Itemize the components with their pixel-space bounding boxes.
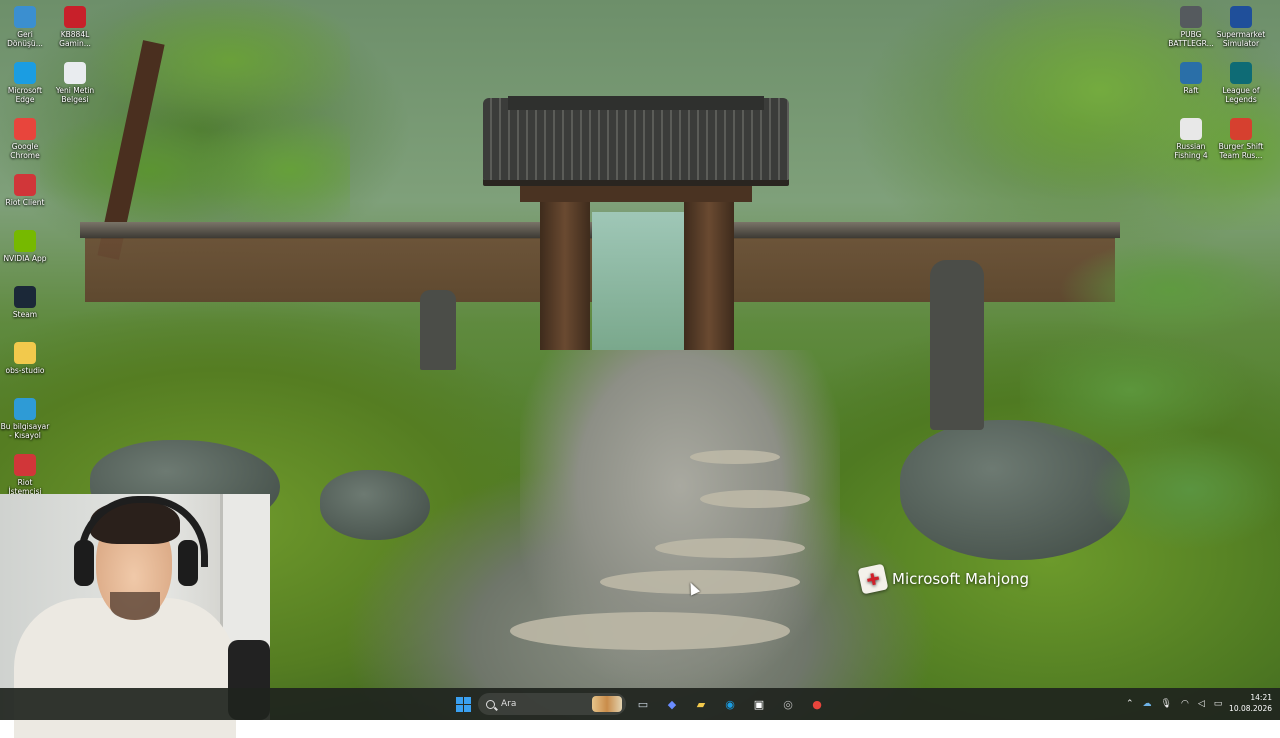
nvidia-icon (14, 230, 36, 252)
desktop-icon-raft[interactable]: Raft (1166, 62, 1216, 95)
wallpaper-gate-roof (483, 98, 789, 180)
desktop-icon-steam[interactable]: Steam (0, 286, 50, 319)
system-tray: ⌃ ☁ 🎙 ◠ ◁ ▭ (1126, 688, 1222, 720)
microsoft-store-icon[interactable]: ▣ (749, 694, 769, 714)
keyboard-app-icon (64, 6, 86, 28)
desktop-icon-edge[interactable]: Microsoft Edge (0, 62, 50, 104)
search-highlight-icon (592, 696, 622, 712)
wallpaper-pine-tree-right (1020, 230, 1280, 560)
desktop-icon-label: KB884L Gamin... (59, 30, 91, 48)
raft-icon (1180, 62, 1202, 84)
clock-date: 10.08.2026 (1229, 704, 1272, 713)
copilot-icon[interactable]: ◆ (662, 694, 682, 714)
wallpaper-lantern-right (930, 260, 984, 430)
desktop-icon-recycle-bin[interactable]: Geri Dönüşü... (0, 6, 50, 48)
text-document-icon (64, 62, 86, 84)
wallpaper-stepping-stone (655, 538, 805, 558)
tray-overflow-chevron-icon[interactable]: ⌃ (1126, 699, 1134, 709)
desktop-icon-label: Yeni Metin Belgesi (55, 86, 95, 104)
wallpaper-stepping-stone (700, 490, 810, 508)
recycle-bin-icon (14, 6, 36, 28)
league-icon (1230, 62, 1252, 84)
wallpaper-gate-ridge (508, 96, 764, 110)
desktop-icon-label: Bu bilgisayar - Kısayol (0, 422, 50, 440)
app-launch-label[interactable]: ✚ Microsoft Mahjong (857, 563, 1030, 595)
taskbar-search-box[interactable]: Ara (478, 693, 626, 715)
desktop-icon-label: Raft (1183, 86, 1199, 95)
desktop-icon-pubg[interactable]: PUBG BATTLEGR... (1166, 6, 1216, 48)
burger-shift-icon (1230, 118, 1252, 140)
wallpaper-gate-beam (520, 180, 752, 202)
volume-icon[interactable]: ◁ (1198, 699, 1205, 709)
headphone-cup-left (74, 540, 94, 586)
pubg-icon (1180, 6, 1202, 28)
game-app-icon[interactable]: ◎ (778, 694, 798, 714)
task-view-icon[interactable]: ▭ (633, 694, 653, 714)
desktop-icon-label: Supermarket Simulator (1216, 30, 1266, 48)
russian-fishing-icon (1180, 118, 1202, 140)
chrome-icon[interactable]: ● (807, 694, 827, 714)
taskbar-clock[interactable]: 14:21 10.08.2026 (1229, 692, 1272, 714)
wallpaper-gate-post-right (684, 200, 734, 350)
desktop-icon-russian-fishing[interactable]: Russian Fishing 4 (1166, 118, 1216, 160)
battery-icon[interactable]: ▭ (1214, 699, 1223, 709)
this-pc-icon (14, 398, 36, 420)
wallpaper-lantern-left (420, 290, 456, 370)
riot-client-icon (14, 174, 36, 196)
wifi-icon[interactable]: ◠ (1181, 699, 1189, 709)
desktop-icon-label: League of Legends (1222, 86, 1260, 104)
desktop-icon-riot-client[interactable]: Riot İstemcisi (0, 454, 50, 496)
webcam-person-beard (110, 592, 160, 620)
chrome-icon (14, 118, 36, 140)
taskbar: Ara ▭ ◆ ▰ ◉ ▣ ◎ ● ⌃ ☁ 🎙 ◠ ◁ ▭ 14:21 10.08.2026 (0, 688, 1280, 720)
wallpaper-gate-opening (592, 212, 684, 350)
desktop-icon-chrome[interactable]: Google Chrome (0, 118, 50, 160)
desktop-icon-keyboard-app[interactable]: KB884L Gamin... (50, 6, 100, 48)
folder-icon (14, 342, 36, 364)
desktop-icon-league[interactable]: League of Legends (1216, 62, 1266, 104)
desktop-icon-folder[interactable]: obs-studio (0, 342, 50, 375)
desktop-icon-label: PUBG BATTLEGR... (1168, 30, 1214, 48)
desktop-icon-label: Steam (12, 310, 38, 319)
headphone-cup-right (178, 540, 198, 586)
desktop-icon-label: Riot Client (5, 198, 45, 207)
app-launch-label-text: Microsoft Mahjong (892, 570, 1030, 588)
mahjong-icon: ✚ (857, 563, 889, 595)
desktop-icon-label: obs-studio (5, 366, 45, 375)
desktop-icon-label: Russian Fishing 4 (1174, 142, 1208, 160)
desktop-icon-nvidia[interactable]: NVIDIA App (0, 230, 50, 263)
desktop-icon-text-document[interactable]: Yeni Metin Belgesi (50, 62, 100, 104)
search-placeholder: Ara (501, 699, 517, 709)
wallpaper-rock (320, 470, 430, 540)
desktop-icon-label: Microsoft Edge (7, 86, 43, 104)
wallpaper-gate-post-left (540, 200, 590, 350)
desktop-icon-this-pc[interactable]: Bu bilgisayar - Kısayol (0, 398, 50, 440)
windows-logo-icon (455, 696, 471, 712)
file-explorer-icon[interactable]: ▰ (691, 694, 711, 714)
desktop-icon-supermarket-sim[interactable]: Supermarket Simulator (1216, 6, 1266, 48)
clock-time: 14:21 (1250, 693, 1272, 702)
start-button[interactable] (453, 694, 473, 714)
riot-client-icon (14, 454, 36, 476)
desktop-icon-label: NVIDIA App (3, 254, 47, 263)
wallpaper-stepping-stone (510, 612, 790, 650)
wallpaper-stepping-stone (690, 450, 780, 464)
desktop-icon-label: Google Chrome (10, 142, 40, 160)
microphone-tray-icon[interactable]: 🎙 (1161, 699, 1172, 709)
onedrive-icon[interactable]: ☁ (1143, 699, 1152, 709)
desktop-icon-riot-client[interactable]: Riot Client (0, 174, 50, 207)
desktop-icon-label: Geri Dönüşü... (7, 30, 43, 48)
edge-icon (14, 62, 36, 84)
supermarket-sim-icon (1230, 6, 1252, 28)
steam-icon (14, 286, 36, 308)
desktop-icon-burger-shift[interactable]: Burger Shift Team Rus... (1216, 118, 1266, 160)
edge-icon[interactable]: ◉ (720, 694, 740, 714)
search-icon (486, 699, 495, 709)
desktop-icon-label: Burger Shift Team Rus... (1218, 142, 1264, 160)
